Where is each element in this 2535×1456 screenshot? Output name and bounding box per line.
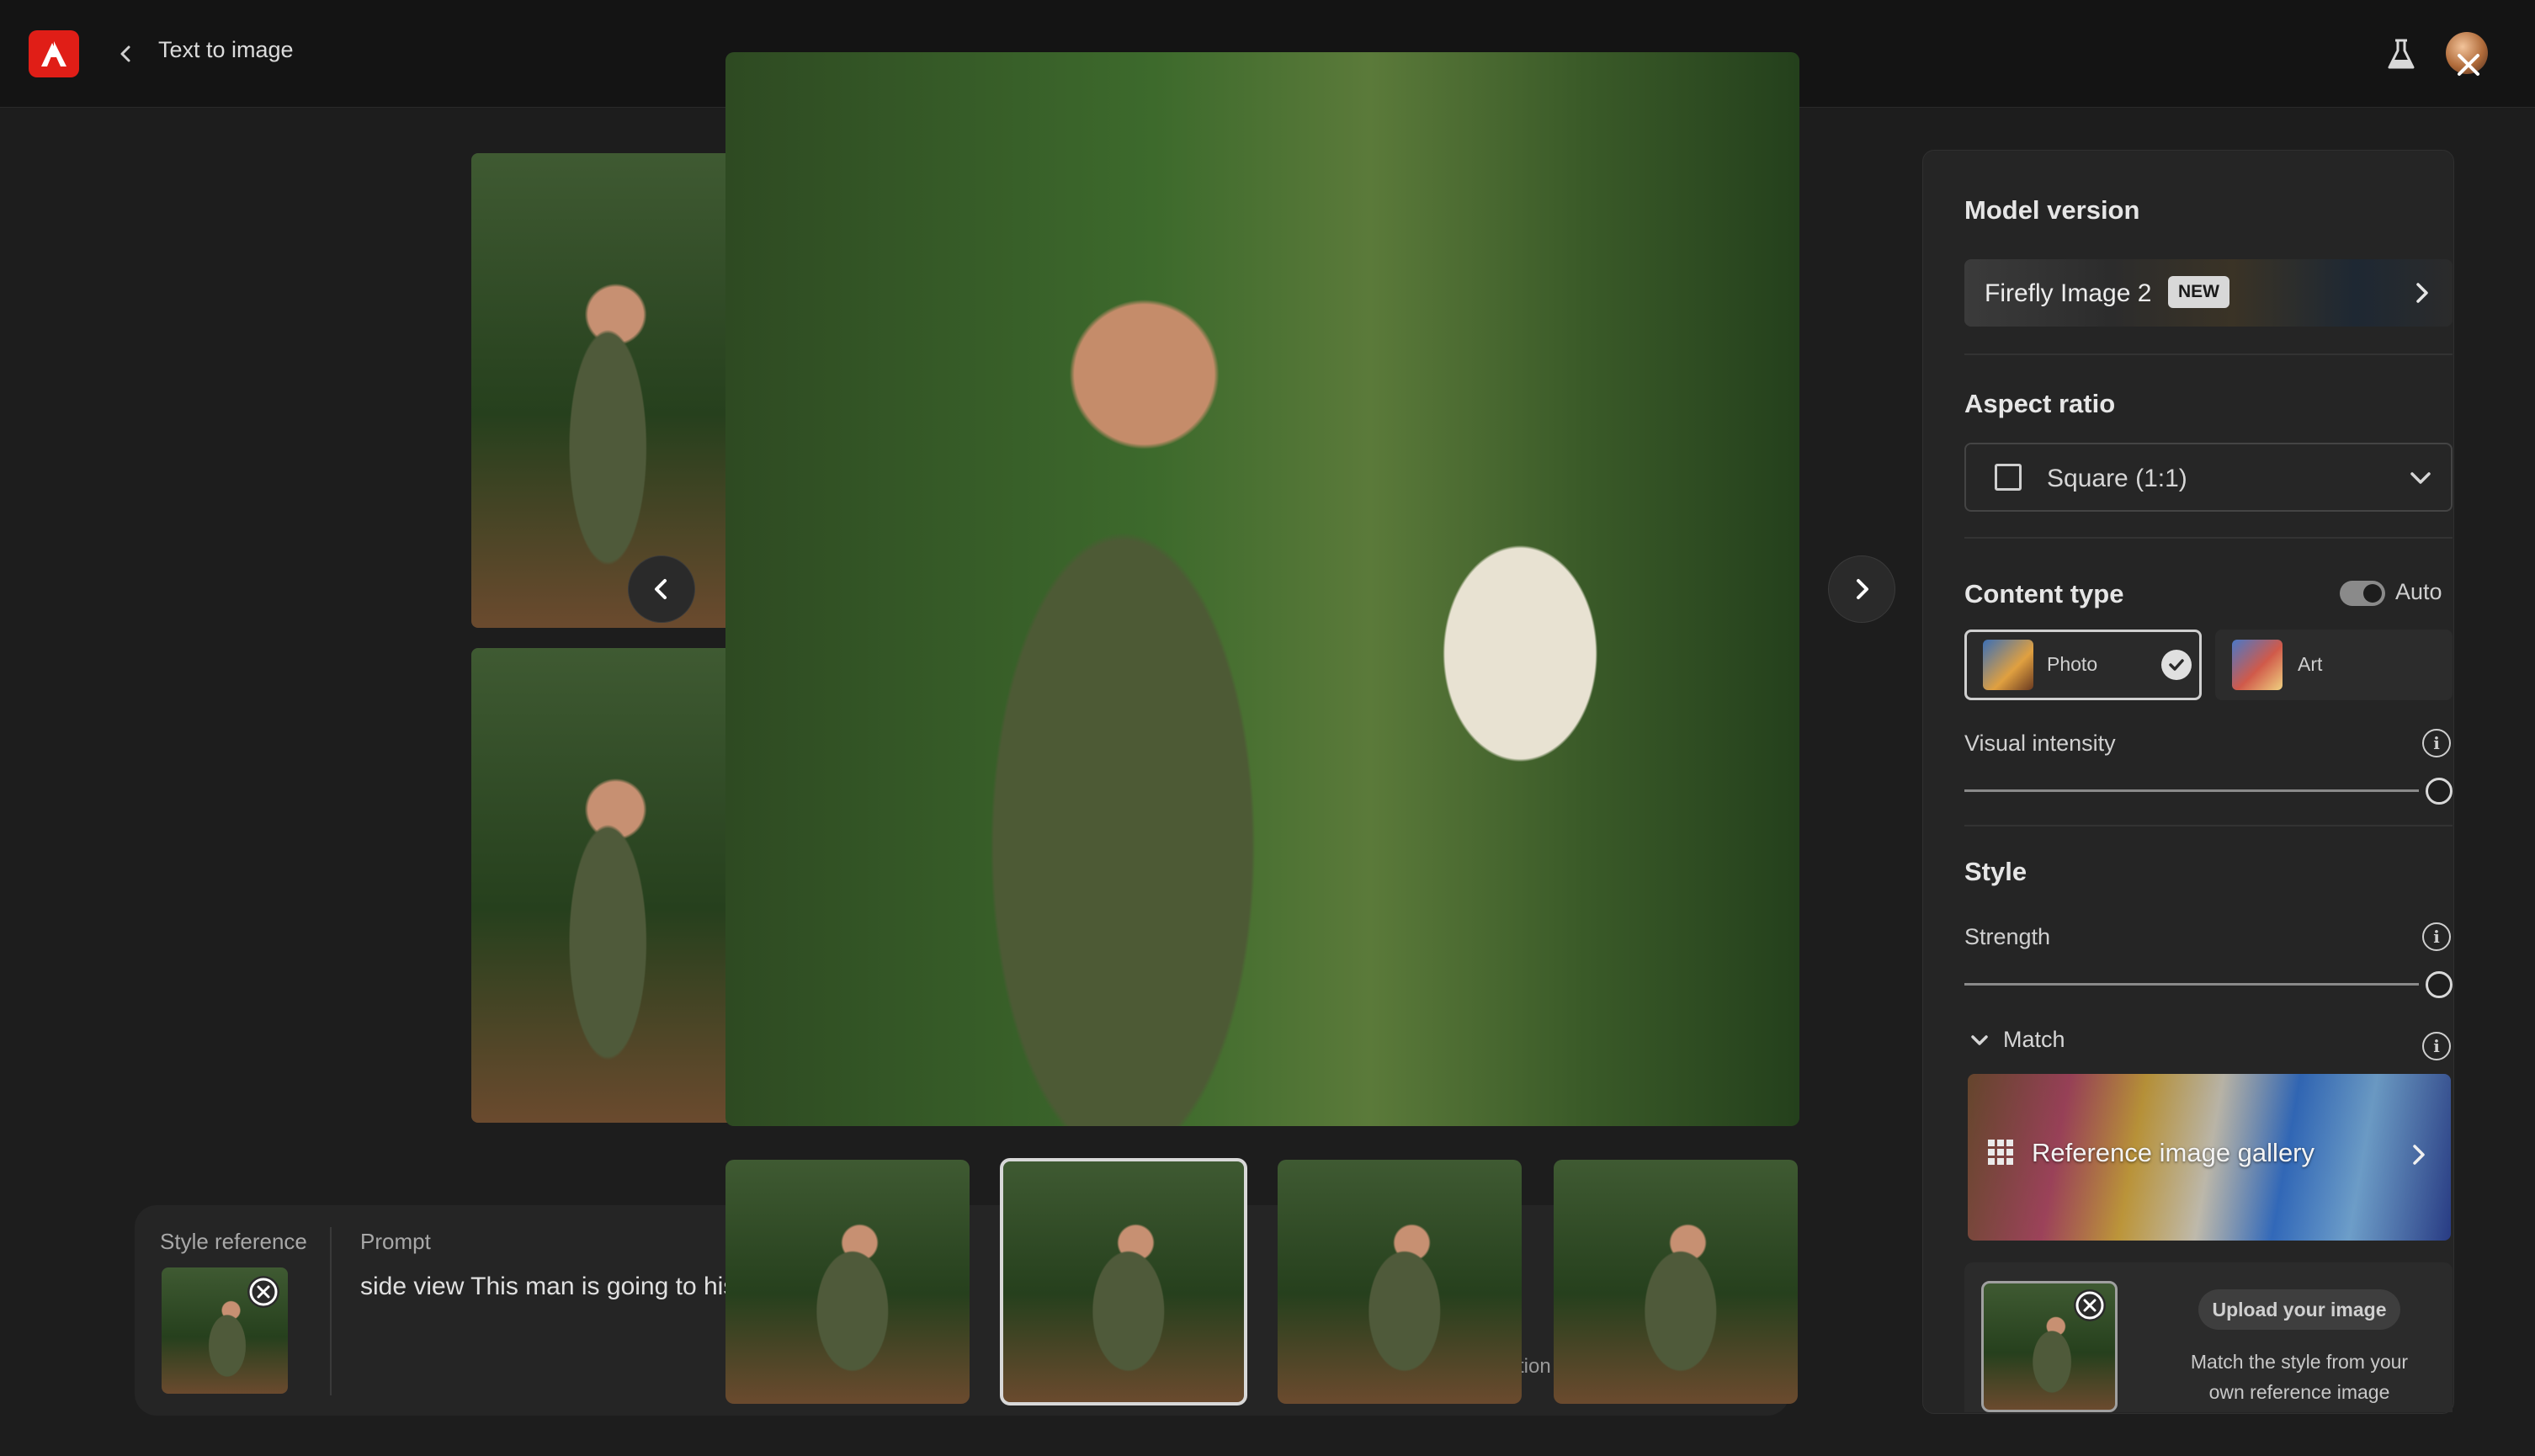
square-icon (1995, 464, 2022, 491)
visual-intensity-handle[interactable] (2426, 778, 2453, 805)
filmstrip-thumbnail-4[interactable] (1554, 1160, 1798, 1404)
close-button[interactable] (2451, 47, 2486, 82)
content-type-photo-label: Photo (2047, 653, 2098, 675)
flask-icon (2388, 39, 2415, 69)
visual-intensity-track[interactable] (1964, 789, 2419, 792)
photo-thumbnail (1983, 640, 2033, 690)
info-icon[interactable]: i (2422, 729, 2451, 757)
chevron-left-icon (120, 45, 130, 62)
reference-image-gallery-label: Reference image gallery (2032, 1138, 2315, 1167)
style-reference-label: Style reference (160, 1229, 307, 1254)
previous-image-button[interactable] (628, 555, 695, 623)
auto-toggle[interactable] (2340, 581, 2385, 606)
filmstrip-thumbnail-1[interactable] (725, 1160, 970, 1404)
model-version-heading: Model version (1964, 195, 2140, 225)
remove-style-reference-button[interactable] (247, 1276, 279, 1308)
aspect-ratio-heading: Aspect ratio (1964, 389, 2116, 418)
close-icon (2458, 54, 2479, 76)
prompt-label: Prompt (360, 1229, 431, 1254)
info-icon[interactable]: i (2422, 1032, 2451, 1060)
style-heading: Style (1964, 857, 2027, 886)
divider (1964, 537, 2453, 539)
strength-handle[interactable] (2426, 971, 2453, 998)
back-button[interactable] (109, 37, 143, 71)
filmstrip-thumbnail-2[interactable] (1000, 1158, 1247, 1406)
chevron-left-icon (655, 579, 667, 599)
aspect-ratio-value: Square (1:1) (2047, 465, 2187, 492)
main-preview-image (725, 52, 1799, 1126)
close-circle-icon (2075, 1291, 2104, 1320)
chevron-right-icon (2416, 283, 2428, 303)
upload-image-button[interactable]: Upload your image (2198, 1289, 2400, 1330)
match-label: Match (2003, 1027, 2065, 1052)
close-circle-icon (249, 1278, 278, 1306)
chevron-down-icon (2410, 472, 2431, 484)
auto-label: Auto (2395, 579, 2442, 604)
match-collapse-toggle[interactable] (1968, 1028, 1991, 1052)
chevron-right-icon (1857, 579, 1868, 599)
gallery-image-1[interactable] (471, 153, 734, 628)
next-image-button[interactable] (1828, 555, 1895, 623)
labs-button[interactable] (2384, 37, 2419, 72)
checkmark-icon (2161, 650, 2192, 680)
adobe-logo-icon (41, 41, 66, 66)
strength-label: Strength (1964, 924, 2051, 949)
gallery-image-3[interactable] (471, 648, 734, 1123)
model-version-value: Firefly Image 2 (1985, 279, 2152, 307)
strength-track[interactable] (1964, 983, 2419, 986)
prompt-truncated-text: tion (1518, 1355, 1551, 1378)
art-thumbnail (2232, 640, 2283, 690)
content-type-art-label: Art (2298, 653, 2323, 675)
aspect-ratio-dropdown[interactable] (1964, 443, 2453, 512)
grid-icon (1988, 1140, 2013, 1165)
new-badge: NEW (2168, 276, 2229, 308)
divider (1964, 825, 2453, 826)
model-version-chevron (2407, 278, 2437, 308)
prompt-input[interactable]: side view This man is going to his (360, 1273, 731, 1301)
content-type-heading: Content type (1964, 579, 2124, 608)
filmstrip-thumbnail-3[interactable] (1278, 1160, 1522, 1404)
chevron-down-icon (1971, 1035, 1988, 1045)
remove-uploaded-reference-button[interactable] (2074, 1289, 2106, 1321)
divider (1964, 353, 2453, 355)
info-icon[interactable]: i (2422, 922, 2451, 951)
upload-description: Match the style from your own reference … (2190, 1351, 2409, 1403)
chevron-right-icon (2413, 1145, 2425, 1165)
adobe-logo[interactable] (29, 30, 79, 77)
gallery-chevron (2405, 1141, 2432, 1168)
divider (330, 1227, 332, 1395)
visual-intensity-label: Visual intensity (1964, 731, 2116, 756)
aspect-ratio-chevron (2405, 463, 2436, 493)
page-title: Text to image (158, 37, 294, 62)
